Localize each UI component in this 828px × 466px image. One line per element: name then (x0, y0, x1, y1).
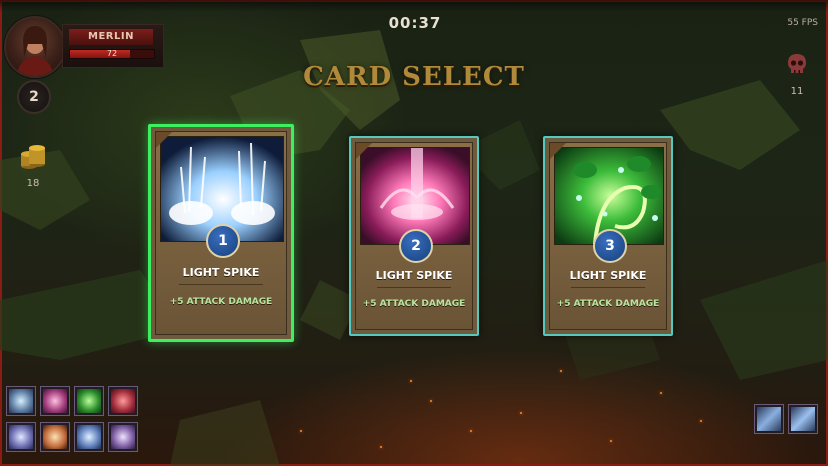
frost-skill-icon[interactable] (6, 386, 36, 416)
gold-coins-icon (20, 140, 46, 170)
ice-shard-skill-icon[interactable] (6, 422, 36, 452)
card-body: 2 LIGHT SPIKE +5 ATTACK DAMAGE (355, 142, 473, 330)
card-body: 1 LIGHT SPIKE +5 ATTACK DAMAGE (155, 131, 287, 335)
player-name: MERLIN (69, 29, 153, 45)
passive-slot-icon[interactable] (754, 404, 784, 434)
kill-count: 11 (790, 86, 804, 97)
game-screen: 00:37 55 FPS MERLIN 72 2 18 11 CARD SELE… (0, 0, 828, 466)
card-name: LIGHT SPIKE (569, 269, 647, 282)
skull-icon (786, 52, 808, 76)
card-divider (376, 287, 452, 288)
card-body: 3 LIGHT SPIKE +5 ATTACK DAMAGE (549, 142, 667, 330)
card-name: LIGHT SPIKE (182, 266, 260, 279)
level-badge: 2 (17, 80, 51, 114)
match-timer: 00:37 (388, 14, 442, 32)
card-frame: 3 LIGHT SPIKE +5 ATTACK DAMAGE (543, 136, 673, 336)
green-leaf-skill-icon[interactable] (74, 386, 104, 416)
wind-slash-skill-icon[interactable] (74, 422, 104, 452)
player-nameplate: MERLIN 72 (62, 24, 164, 68)
card-frame: 2 LIGHT SPIKE +5 ATTACK DAMAGE (349, 136, 479, 336)
card-divider (570, 287, 646, 288)
red-spiral-skill-icon[interactable] (108, 386, 138, 416)
card-frame: 1 LIGHT SPIKE +5 ATTACK DAMAGE (148, 124, 294, 342)
fire-burst-skill-icon[interactable] (40, 422, 70, 452)
card-description: +5 ATTACK DAMAGE (556, 299, 660, 309)
player-portrait-art (16, 26, 54, 76)
card-divider (179, 284, 263, 285)
blade-skill-icon[interactable] (108, 422, 138, 452)
card-corner-ornament (356, 143, 372, 159)
passive-slot-icon[interactable] (788, 404, 818, 434)
player-portrait[interactable] (4, 16, 66, 78)
top-bar (0, 0, 828, 12)
health-bar: 72 (69, 49, 155, 59)
card-corner-ornament (550, 143, 566, 159)
fps-counter: 55 FPS (787, 18, 818, 28)
health-value: 72 (106, 49, 118, 58)
gold-count: 18 (26, 178, 40, 189)
card-number-badge: 3 (593, 229, 627, 263)
card-corner-ornament (156, 132, 172, 148)
card-description: +5 ATTACK DAMAGE (362, 299, 466, 309)
screen-title: CARD SELECT (303, 62, 525, 92)
card-description: +5 ATTACK DAMAGE (169, 297, 273, 307)
pink-orb-skill-icon[interactable] (40, 386, 70, 416)
card-number-badge: 1 (206, 224, 240, 258)
skill-slots (6, 386, 142, 458)
card-number-badge: 2 (399, 229, 433, 263)
card-name: LIGHT SPIKE (375, 269, 453, 282)
